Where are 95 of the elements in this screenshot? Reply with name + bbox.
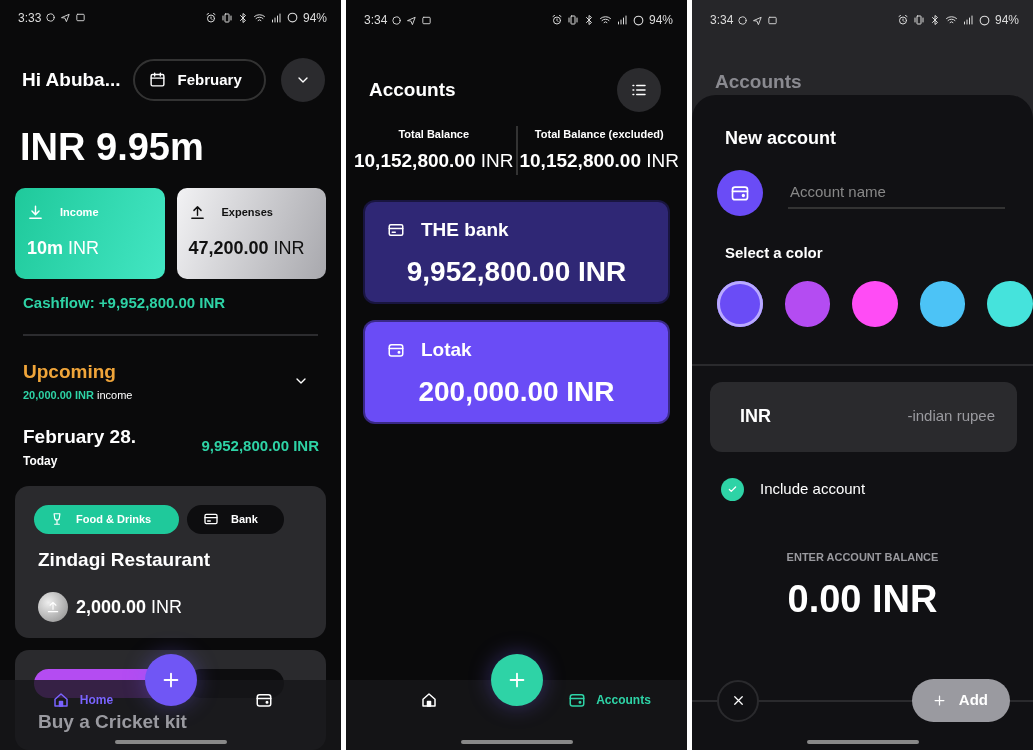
currency-name: -indian rupee — [907, 406, 995, 427]
wallet-icon — [254, 691, 273, 709]
wallet-icon — [387, 341, 405, 360]
include-checkbox[interactable] — [721, 477, 744, 501]
screen-title: Accounts — [714, 70, 803, 94]
wifi-icon — [944, 14, 958, 26]
color-swatch[interactable] — [852, 280, 898, 327]
close-button[interactable] — [717, 679, 759, 722]
currency-code: INR — [740, 405, 771, 428]
notification-icon — [406, 14, 418, 26]
card-icon — [203, 511, 219, 527]
add-button[interactable] — [490, 654, 543, 706]
wifi-icon — [598, 14, 612, 26]
upcoming-title: Upcoming — [23, 360, 117, 384]
account-name: Lotak — [421, 338, 472, 362]
battery-level: 94% — [302, 10, 327, 27]
transaction-card[interactable]: Food & Drinks Bank Zindagi Restaurant 2,000.00 INR — [15, 485, 326, 638]
category-tag: Food & Drinks — [34, 504, 179, 534]
screen-title: Accounts — [369, 77, 456, 102]
total-amount: 10,152,800.00 INR — [353, 148, 515, 173]
transaction-title: Zindagi Restaurant — [38, 547, 212, 572]
day-total: 9,952,800.00 INR — [201, 436, 319, 456]
house-icon — [51, 691, 70, 709]
wallet-icon — [730, 183, 750, 203]
total-label: Total Balance (excluded) — [533, 127, 665, 142]
notification-icon — [421, 14, 433, 26]
account-avatar[interactable] — [717, 170, 763, 216]
account-name: THE bank — [421, 218, 509, 242]
alarm-icon — [550, 14, 563, 26]
total-amount: 10,152,800.00 INR — [518, 148, 680, 173]
download-icon — [27, 203, 44, 221]
status-time: 3:34 — [710, 12, 734, 29]
notification-icon — [75, 12, 87, 24]
vibrate-icon — [912, 14, 925, 26]
vibrate-icon — [566, 14, 579, 26]
account-card[interactable]: Lotak 200,000.00 INR — [363, 320, 670, 424]
color-swatch[interactable] — [919, 280, 966, 327]
upcoming-summary: 20,000.00 INR income — [23, 387, 133, 403]
expenses-label: Expenses — [221, 204, 273, 220]
wallet-icon — [568, 691, 587, 709]
notification-icon — [752, 14, 764, 26]
battery-ring-icon — [977, 13, 991, 27]
plus-icon — [931, 693, 947, 708]
notification-icon — [60, 12, 72, 24]
alarm-icon — [204, 12, 217, 24]
transaction-amount: 2,000.00 INR — [76, 595, 183, 619]
transaction-title: Buy a Cricket kit — [38, 712, 187, 733]
upload-badge-icon — [38, 592, 68, 622]
nav-tab[interactable]: Accounts — [557, 686, 662, 714]
greeting-text: Hi Abuba... — [22, 67, 121, 92]
balance-value: 0.00 INR — [786, 577, 939, 622]
battery-level: 94% — [648, 12, 673, 29]
sheet-title: New account — [724, 127, 838, 150]
notification-icon — [391, 14, 403, 26]
battery-ring-icon — [631, 13, 645, 27]
date-heading: February 28. — [23, 425, 136, 449]
income-amount: 10m INR — [27, 236, 101, 260]
upload-icon — [188, 203, 206, 221]
currency-selector[interactable]: INR -indian rupee — [710, 381, 1017, 452]
month-selector[interactable]: February — [132, 58, 266, 102]
battery-ring-icon — [285, 11, 299, 25]
account-tag: Bank — [187, 504, 284, 534]
alarm-icon — [896, 14, 909, 26]
account-balance: 200,000.00 INR — [417, 374, 616, 409]
balance-label: ENTER ACCOUNT BALANCE — [785, 549, 940, 565]
color-label: Select a color — [724, 243, 824, 263]
color-swatch[interactable] — [987, 280, 1033, 327]
calendar-icon — [148, 71, 166, 89]
account-name-field[interactable]: Account name — [788, 176, 1005, 210]
nav-tab[interactable]: Home — [30, 686, 135, 714]
total-label: Total Balance — [397, 127, 471, 142]
expenses-amount: 47,200.00 INR — [188, 236, 306, 260]
signal-icon — [269, 12, 282, 24]
vibrate-icon — [220, 12, 233, 24]
status-time: 3:34 — [364, 12, 388, 29]
account-card[interactable]: THE bank 9,952,800.00 INR — [363, 200, 670, 304]
cashflow-text: Cashflow: +9,952,800.00 INR — [22, 292, 227, 313]
wifi-icon — [252, 12, 266, 24]
expenses-card[interactable]: Expenses 47,200.00 INR — [176, 187, 326, 279]
house-icon — [419, 691, 438, 709]
sort-menu-button[interactable] — [617, 68, 661, 112]
total-balance: INR 9.95m — [19, 124, 205, 170]
color-swatch[interactable] — [717, 280, 763, 327]
status-time: 3:33 — [18, 10, 42, 27]
date-subtitle: Today — [23, 452, 59, 470]
include-label: Include account — [760, 478, 866, 499]
notification-icon — [45, 12, 57, 24]
battery-level: 94% — [994, 12, 1019, 29]
notification-icon — [767, 14, 779, 26]
signal-icon — [615, 14, 628, 26]
income-label: Income — [60, 204, 99, 220]
color-swatch[interactable] — [784, 280, 831, 327]
notification-icon — [737, 14, 749, 26]
account-balance: 9,952,800.00 INR — [405, 254, 628, 289]
signal-icon — [961, 14, 974, 26]
